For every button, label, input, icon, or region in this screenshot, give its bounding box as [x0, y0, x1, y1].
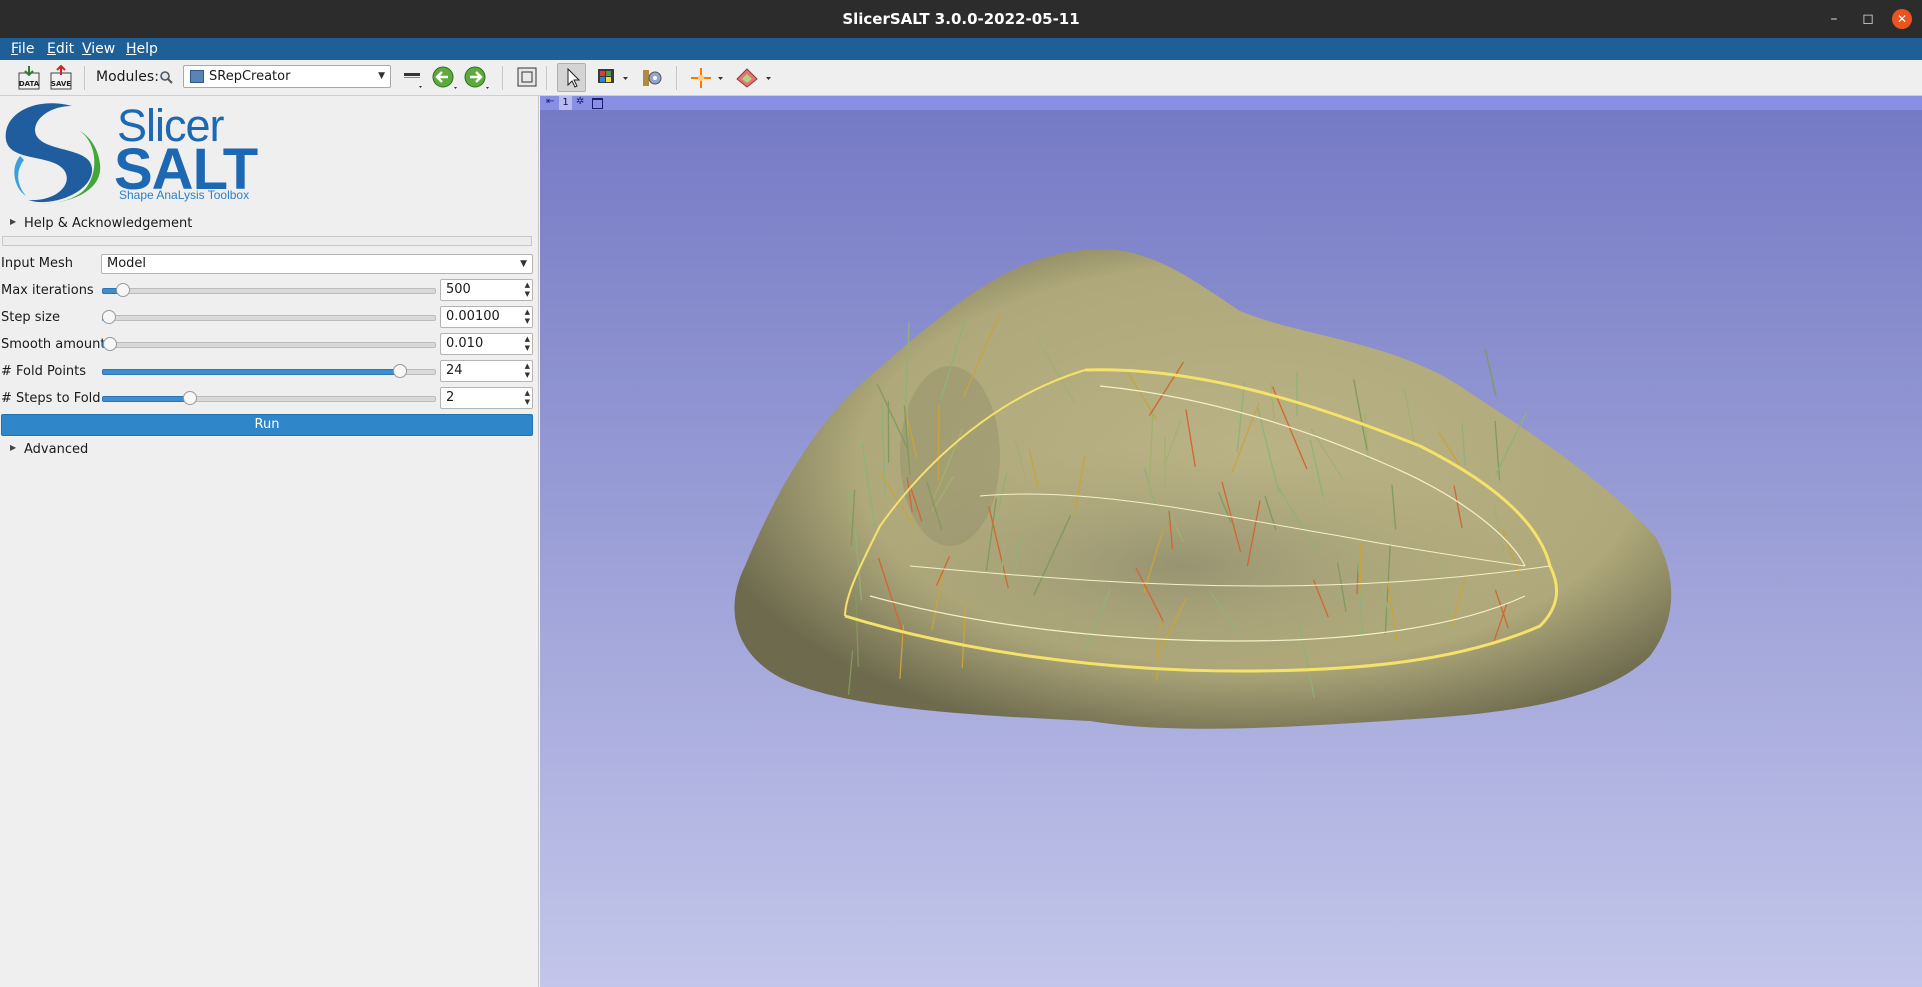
step-size-spinbox[interactable]: 0.00100 ▲ ▼	[440, 306, 533, 328]
forward-arrow-icon[interactable]	[462, 64, 492, 92]
max-iterations-spinbox[interactable]: 500 ▲ ▼	[440, 279, 533, 301]
slider-groove	[102, 288, 436, 294]
toolbar-separator	[546, 66, 547, 90]
view-settings-icon[interactable]: ✲	[576, 96, 584, 107]
view-layout-icon[interactable]	[516, 66, 538, 88]
view-number: 1	[559, 96, 572, 110]
input-mesh-select[interactable]: Model ▼	[101, 254, 533, 274]
slicersalt-swirl-logo-icon	[5, 103, 101, 204]
slider-handle[interactable]	[116, 283, 131, 297]
section-divider	[2, 236, 532, 246]
slider-fill	[102, 369, 402, 375]
spin-up-icon[interactable]: ▲	[525, 389, 530, 397]
steps-to-fold-label: # Steps to Fold	[1, 391, 101, 406]
smooth-amount-spinbox[interactable]: 0.010 ▲ ▼	[440, 333, 533, 355]
smooth-amount-slider[interactable]	[102, 336, 436, 352]
steps-to-fold-value: 2	[446, 390, 455, 405]
step-size-slider[interactable]	[102, 309, 436, 325]
spin-down-icon[interactable]: ▼	[525, 290, 530, 298]
spin-up-icon[interactable]: ▲	[525, 281, 530, 289]
spin-down-icon[interactable]: ▼	[525, 398, 530, 406]
step-size-value: 0.00100	[446, 309, 500, 324]
surface-shading	[900, 366, 1000, 546]
step-size-label: Step size	[1, 310, 60, 325]
maximize-view-icon[interactable]	[592, 98, 603, 109]
fold-points-spinbox[interactable]: 24 ▲ ▼	[440, 360, 533, 382]
fold-points-slider[interactable]	[102, 363, 436, 379]
module-search-icon[interactable]	[159, 70, 174, 85]
window-level-icon[interactable]	[596, 66, 630, 90]
run-button[interactable]: Run	[1, 414, 533, 436]
menu-help[interactable]: Help	[126, 40, 158, 58]
spin-down-icon[interactable]: ▼	[525, 317, 530, 325]
spin-up-icon[interactable]: ▲	[525, 308, 530, 316]
menu-file[interactable]: File	[11, 40, 34, 58]
help-acknowledgement-label: Help & Acknowledgement	[24, 216, 193, 231]
window-title: SlicerSALT 3.0.0-2022-05-11	[842, 10, 1080, 28]
smooth-amount-value: 0.010	[446, 336, 484, 351]
steps-to-fold-spinbox[interactable]: 2 ▲ ▼	[440, 387, 533, 409]
maximize-button[interactable]: ◻	[1858, 9, 1878, 29]
slider-groove	[102, 342, 436, 348]
fold-points-value: 24	[446, 363, 463, 378]
spin-up-icon[interactable]: ▲	[525, 335, 530, 343]
mouse-pointer-icon	[567, 67, 581, 88]
module-selector[interactable]: SRepCreator ▼	[183, 65, 391, 88]
steps-to-fold-slider[interactable]	[102, 390, 436, 406]
toolbar-separator	[502, 66, 503, 90]
load-data-icon[interactable]: DATA	[16, 65, 42, 91]
module-icon	[190, 70, 204, 83]
input-mesh-label: Input Mesh	[1, 256, 74, 271]
spin-down-icon[interactable]: ▼	[525, 371, 530, 379]
load-data-label: DATA	[19, 80, 40, 88]
modules-label: Modules:	[96, 69, 159, 85]
module-selector-value: SRepCreator	[209, 69, 291, 84]
slider-handle[interactable]	[182, 391, 197, 405]
smooth-amount-label: Smooth amount	[1, 337, 106, 352]
pin-icon[interactable]: ⇤	[546, 96, 554, 107]
max-iterations-value: 500	[446, 282, 471, 297]
module-history-icon[interactable]	[401, 66, 425, 92]
slider-handle[interactable]	[102, 337, 117, 351]
toolbar: DATA SAVE Modules: SRepCreator ▼	[0, 60, 1922, 96]
spin-up-icon[interactable]: ▲	[525, 362, 530, 370]
minimize-button[interactable]: –	[1824, 9, 1844, 29]
chevron-down-icon: ▼	[520, 259, 527, 269]
close-button[interactable]: ✕	[1892, 9, 1912, 29]
title-bar: SlicerSALT 3.0.0-2022-05-11 – ◻ ✕	[0, 0, 1922, 38]
slicersalt-logo: Slicer SALT Shape AnaLysis Toolbox	[0, 96, 270, 210]
slider-handle[interactable]	[102, 310, 116, 324]
slider-fill	[102, 396, 191, 402]
max-iterations-label: Max iterations	[1, 283, 94, 298]
fold-points-label: # Fold Points	[1, 364, 87, 379]
menu-view[interactable]: View	[82, 40, 115, 58]
back-arrow-icon[interactable]	[430, 64, 460, 92]
input-mesh-value: Model	[107, 256, 147, 271]
toolbar-separator	[84, 66, 85, 90]
toolbar-separator	[676, 66, 677, 90]
slider-handle[interactable]	[393, 364, 408, 378]
panel-splitter-handle[interactable]	[536, 530, 538, 550]
chevron-right-icon: ▶	[10, 443, 17, 452]
crosshair-fiducial-icon[interactable]	[640, 65, 666, 91]
menu-edit[interactable]: Edit	[47, 40, 74, 58]
advanced-label: Advanced	[24, 442, 89, 457]
max-iterations-slider[interactable]	[102, 282, 436, 298]
3d-view[interactable]	[540, 96, 1922, 987]
crosshair-icon[interactable]	[690, 66, 726, 90]
srep-spoke	[1164, 436, 1166, 486]
chevron-right-icon: ▶	[10, 217, 17, 226]
module-panel: Slicer SALT Shape AnaLysis Toolbox ▶ Hel…	[0, 96, 539, 987]
spin-down-icon[interactable]: ▼	[525, 344, 530, 352]
markups-place-icon[interactable]	[734, 65, 774, 91]
logo-tagline: Shape AnaLysis Toolbox	[119, 188, 250, 202]
save-icon[interactable]: SAVE	[48, 65, 74, 91]
slider-groove	[102, 315, 436, 321]
save-label: SAVE	[51, 80, 71, 88]
view-controller-bar: ⇤ 1 ✲	[540, 96, 1922, 110]
chevron-down-icon: ▼	[378, 71, 385, 81]
menu-bar: File Edit View Help	[0, 38, 1922, 60]
pointer-mode-button[interactable]	[557, 63, 586, 92]
